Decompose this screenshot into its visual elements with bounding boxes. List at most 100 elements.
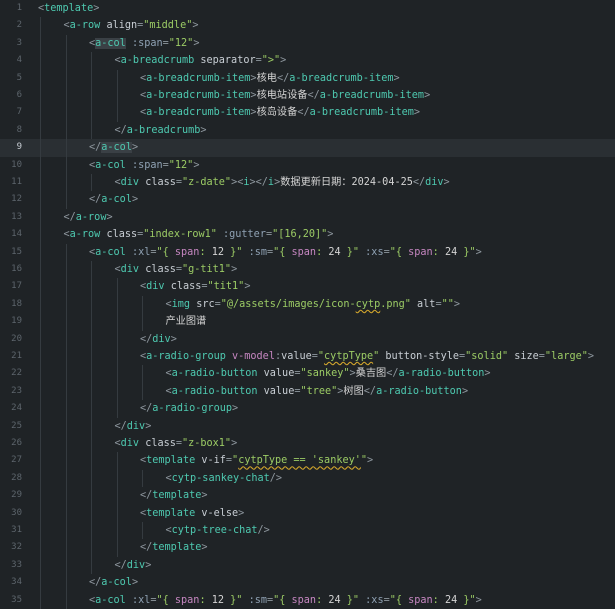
line-number: 27: [11, 455, 22, 466]
string-value: "g-tit1": [182, 264, 232, 275]
code-line[interactable]: 34 </a-col>: [0, 574, 615, 592]
code-line[interactable]: 29 </template>: [0, 487, 615, 505]
code-line[interactable]: 8 </a-breadcrumb>: [0, 121, 615, 140]
indent-guide: [91, 365, 92, 383]
punctuation: </: [255, 177, 268, 188]
code-line[interactable]: 26 <div class="z-box1">: [0, 435, 615, 453]
indent-guide: [91, 382, 92, 401]
punctuation: </: [114, 420, 127, 432]
code-line[interactable]: 17 <div class="tit1">: [0, 278, 615, 296]
indent-guide: [40, 121, 41, 140]
code-line[interactable]: 31 <cytp-tree-chat/>: [0, 522, 615, 540]
code-line[interactable]: 25 </div>: [0, 417, 615, 435]
code-content: <a-radio-button value="tree">树图</a-radio…: [166, 383, 469, 400]
indent-guide: [65, 139, 67, 157]
code-line[interactable]: 16 <div class="g-tit1">: [0, 261, 615, 279]
indent-guide: [65, 400, 67, 418]
code-line[interactable]: 13 </a-row>: [0, 208, 615, 227]
code-line[interactable]: 7 <a-breadcrumb-item>核岛设备</a-breadcrumb-i…: [0, 104, 615, 122]
code-line[interactable]: 3 <a-col :span="12">: [0, 34, 615, 53]
code-line[interactable]: 4 <a-breadcrumb separator=">">: [0, 52, 615, 70]
code-line[interactable]: 30 <template v-else>: [0, 504, 615, 522]
code-line[interactable]: 12 </a-col>: [0, 191, 615, 209]
code-line[interactable]: 23 <a-radio-button value="tree">树图</a-rad…: [0, 382, 615, 401]
number: 24: [328, 594, 341, 606]
line-number: 16: [11, 264, 22, 274]
attribute-name: value: [263, 368, 295, 380]
string-value: "index-row1": [143, 229, 217, 241]
attribute-name: v-if: [201, 455, 226, 467]
code-line[interactable]: 1 <template>: [0, 0, 615, 17]
string-value: "middle": [143, 20, 193, 32]
code-line[interactable]: 10 <a-col :span="12">: [0, 156, 615, 174]
string-value: :: [316, 246, 329, 258]
code-line[interactable]: 9 </a-col>: [0, 139, 615, 157]
indent-guide: [65, 52, 67, 70]
code-line[interactable]: 21 <a-radio-group v-model:value="cytpType…: [0, 348, 615, 366]
bound-attribute: :sm: [248, 594, 267, 606]
code-line[interactable]: 15 <a-col :xl="{ span: 12 }" :sm="{ span:…: [0, 243, 615, 261]
indent-guide: [40, 156, 41, 174]
line-number: 11: [11, 177, 22, 187]
text-content: 数据更新日期：2024-04-25: [280, 177, 413, 188]
tag-name: div: [425, 177, 444, 188]
code-line[interactable]: 6 <a-breadcrumb-item>核电站设备</a-breadcrumb-…: [0, 87, 615, 105]
code-content: <a-col :span="12">: [89, 157, 199, 174]
tag-name: div: [146, 281, 165, 293]
indent-guide: [116, 452, 118, 470]
code-line[interactable]: 32 </template>: [0, 539, 615, 557]
code-line[interactable]: 35 <a-col :xl="{ span: 12 }" :sm="{ span:…: [0, 591, 615, 609]
code-line[interactable]: 14 <a-row class="index-row1" :gutter="[16…: [0, 226, 615, 244]
punctuation: >: [413, 107, 421, 119]
punctuation: >: [244, 281, 251, 293]
code-line[interactable]: 19 产业图谱: [0, 313, 615, 331]
line-number: 31: [11, 525, 22, 535]
text-content: 核电: [256, 72, 277, 84]
punctuation: >: [231, 264, 238, 275]
tag-name: a-radio-button: [376, 385, 462, 397]
indent-guide: [65, 121, 67, 140]
indent-guide: [40, 17, 41, 35]
indent-guide: [142, 313, 143, 331]
string-value: "{: [273, 594, 292, 606]
line-number: 1: [16, 3, 22, 13]
indent-guide: [40, 382, 41, 401]
indent-guide: [65, 487, 67, 505]
indent-guide: [116, 522, 118, 540]
line-number: 15: [11, 246, 22, 257]
keyword: v-model: [232, 351, 275, 362]
indent-guide: [116, 278, 118, 296]
indent-guide: [40, 400, 41, 418]
line-number: 9: [16, 142, 22, 153]
code-content: </template>: [140, 487, 208, 504]
attribute-name: src: [196, 298, 215, 310]
punctuation: </: [140, 542, 153, 554]
indent-guide: [65, 452, 67, 470]
code-line[interactable]: 24 </a-radio-group>: [0, 400, 615, 418]
indent-guide: [40, 295, 41, 314]
indent-guide: [40, 191, 41, 209]
punctuation: >: [232, 403, 239, 415]
code-line[interactable]: 18 <img src="@/assets/images/icon-cytp.pn…: [0, 295, 615, 314]
code-line[interactable]: 20 </div>: [0, 330, 615, 348]
code-line[interactable]: 5 <a-breadcrumb-item>核电</a-breadcrumb-ite…: [0, 69, 615, 87]
indent-guide: [91, 295, 92, 314]
code-line[interactable]: 11 <div class="z-date"><i></i>数据更新日期：2024…: [0, 174, 615, 192]
punctuation: >: [193, 159, 200, 171]
indent-guide: [91, 435, 92, 453]
code-content: <a-breadcrumb-item>核岛设备</a-breadcrumb-it…: [140, 104, 420, 121]
punctuation: </: [412, 177, 426, 188]
code-editor[interactable]: 1 <template> 2 <a-row align="middle"> 3 <a-co…: [0, 0, 615, 609]
indent-guide: [40, 574, 41, 592]
indent-guide: [91, 522, 92, 540]
line-number: 21: [11, 351, 22, 361]
code-line[interactable]: 22 <a-radio-button value="sankey">桑吉图</a-…: [0, 365, 615, 383]
code-content: </div>: [115, 557, 152, 574]
code-content: <div class="z-box1">: [115, 435, 238, 452]
code-line[interactable]: 27 <template v-if="cytpType == 'sankey'">: [0, 452, 615, 470]
indent-guide: [40, 34, 41, 53]
code-line[interactable]: 33 </div>: [0, 556, 615, 575]
code-line[interactable]: 2 <a-row align="middle">: [0, 17, 615, 35]
code-content: <div class="g-tit1">: [115, 261, 238, 278]
code-line[interactable]: 28 <cytp-sankey-chat/>: [0, 469, 615, 488]
